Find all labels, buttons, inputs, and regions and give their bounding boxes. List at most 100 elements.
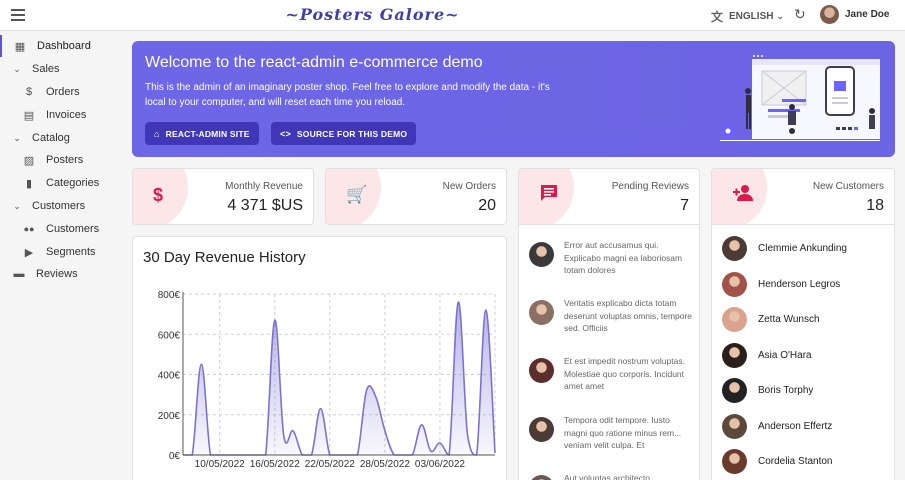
avatar xyxy=(722,307,747,332)
sidebar-item-label: Segments xyxy=(46,246,96,258)
stat-value: 18 xyxy=(866,197,884,214)
y-tick-label: 600€ xyxy=(158,330,181,341)
review-excerpt: Tempora odit tempore. Iusto magni quo ra… xyxy=(564,415,682,450)
stat-label: Monthly Revenue xyxy=(225,181,303,192)
source-code-button[interactable]: <> SOURCE FOR THIS DEMO xyxy=(271,122,417,145)
code-icon: <> xyxy=(280,128,291,139)
list-item[interactable]: Anderson Effertz xyxy=(722,414,832,439)
new-customers-card[interactable]: New Customers 18 xyxy=(711,168,895,225)
language-label: ENGLISH xyxy=(729,11,774,22)
avatar xyxy=(529,242,554,267)
sidebar-group-catalog[interactable]: ⌄ Catalog xyxy=(10,127,70,149)
comment-icon: ▬ xyxy=(13,268,25,280)
revenue-line xyxy=(183,301,496,456)
stat-value: 4 371 $US xyxy=(227,197,303,214)
chevron-down-icon: ⌄ xyxy=(13,132,21,143)
list-item[interactable]: Boris Torphy xyxy=(722,378,813,403)
people-icon: ●● xyxy=(23,224,35,234)
dollar-icon: $ xyxy=(25,86,33,98)
x-tick-label: 03/06/2022 xyxy=(415,459,465,470)
chevron-down-icon: ⌄ xyxy=(776,11,785,21)
new-customers-list: Clemmie Ankunding Henderson Legros Zetta… xyxy=(711,224,895,480)
avatar xyxy=(722,343,747,368)
home-icon: ⌂ xyxy=(154,128,160,139)
y-tick-label: 400€ xyxy=(158,371,181,382)
sidebar-item-categories[interactable]: ▮ Categories xyxy=(22,172,99,194)
review-excerpt: Veritatis explicabo dicta totam deserunt… xyxy=(564,298,693,333)
avatar xyxy=(722,236,747,261)
customer-name: Cordelia Stanton xyxy=(758,456,833,467)
sidebar-item-label: Customers xyxy=(46,223,100,235)
sidebar-item-orders[interactable]: $ Orders xyxy=(22,81,80,103)
shopping-cart-icon: 🛒 xyxy=(346,185,368,204)
pending-reviews-list: Error aut accusamus qui. Explicabo magni… xyxy=(518,224,700,480)
customer-name: Anderson Effertz xyxy=(758,421,833,432)
sidebar-item-label: Sales xyxy=(32,63,60,75)
avatar xyxy=(722,272,747,297)
sidebar-item-dashboard[interactable]: ▦ Dashboard xyxy=(0,35,91,57)
list-item[interactable]: Aut voluptas architecto xyxy=(529,472,694,480)
list-item[interactable]: Zetta Wunsch xyxy=(722,307,820,332)
revenue-area xyxy=(183,302,495,455)
x-tick-label: 28/05/2022 xyxy=(360,459,410,470)
monthly-revenue-card[interactable]: $ Monthly Revenue 4 371 $US xyxy=(132,168,314,225)
review-excerpt: Error aut accusamus qui. Explicabo magni… xyxy=(564,240,683,275)
stat-label: New Orders xyxy=(442,181,496,192)
sidebar-item-segments[interactable]: ▶ Segments xyxy=(22,241,96,263)
comment-icon xyxy=(539,183,559,208)
stat-label: Pending Reviews xyxy=(611,181,689,192)
sidebar-item-label: Dashboard xyxy=(37,40,91,52)
refresh-icon[interactable]: ↻ xyxy=(794,6,806,23)
stat-value: 20 xyxy=(478,197,496,214)
stat-value: 7 xyxy=(680,197,689,214)
sidebar-item-label: Customers xyxy=(32,200,86,212)
translate-icon: 文 xyxy=(711,10,724,24)
y-tick-label: 200€ xyxy=(158,411,181,422)
new-orders-card[interactable]: 🛒 New Orders 20 xyxy=(325,168,507,225)
avatar xyxy=(529,475,554,480)
sidebar-item-invoices[interactable]: ▤ Invoices xyxy=(22,104,87,126)
react-admin-site-button[interactable]: ⌂ REACT-ADMIN SITE xyxy=(145,122,259,145)
user-name: Jane Doe xyxy=(845,9,890,20)
sidebar-group-customers[interactable]: ⌄ Customers xyxy=(10,195,85,217)
list-item[interactable]: Et est impedit nostrum voluptas. Molesti… xyxy=(529,355,694,393)
list-item[interactable]: Cordelia Stanton xyxy=(722,449,833,474)
x-tick-label: 16/05/2022 xyxy=(250,459,300,470)
customer-name: Clemmie Ankunding xyxy=(758,243,847,254)
list-item[interactable]: Clemmie Ankunding xyxy=(722,236,847,261)
y-tick-label: 0€ xyxy=(169,451,181,462)
sidebar-item-customers[interactable]: ●● Customers xyxy=(22,218,100,240)
avatar xyxy=(722,449,747,474)
sidebar-item-label: Catalog xyxy=(32,132,70,144)
list-item[interactable]: Asia O'Hara xyxy=(722,343,812,368)
chevron-down-icon: ⌄ xyxy=(13,200,21,211)
pending-reviews-card[interactable]: Pending Reviews 7 xyxy=(518,168,700,225)
sidebar-item-label: Orders xyxy=(46,86,80,98)
invoice-icon: ▤ xyxy=(23,109,35,122)
sidebar-item-reviews[interactable]: ▬ Reviews xyxy=(12,263,78,285)
language-selector[interactable]: 文 ENGLISH ⌄ xyxy=(711,8,784,25)
list-item[interactable]: Henderson Legros xyxy=(722,272,840,297)
list-item[interactable]: Veritatis explicabo dicta totam deserunt… xyxy=(529,297,694,335)
banner-text: This is the admin of an imaginary poster… xyxy=(145,82,550,108)
sidebar-item-posters[interactable]: ▨ Posters xyxy=(22,149,84,171)
list-item[interactable]: Error aut accusamus qui. Explicabo magni… xyxy=(529,239,694,277)
y-tick-label: 800€ xyxy=(158,290,181,301)
customer-name: Zetta Wunsch xyxy=(758,314,820,325)
sidebar-item-label: Invoices xyxy=(46,109,87,121)
banner-title: Welcome to the react-admin e-commerce de… xyxy=(145,54,483,71)
label-icon: ▶ xyxy=(24,246,34,259)
button-label: SOURCE FOR THIS DEMO xyxy=(296,128,408,139)
app-bar: ~Posters Galore~ 文 ENGLISH ⌄ ↻ Jane Doe xyxy=(0,0,905,31)
sidebar-group-sales[interactable]: ⌄ Sales xyxy=(10,58,60,80)
sidebar-item-label: Categories xyxy=(46,177,100,189)
x-tick-label: 22/05/2022 xyxy=(305,459,355,470)
list-item[interactable]: Tempora odit tempore. Iusto magni quo ra… xyxy=(529,414,694,452)
customer-name: Asia O'Hara xyxy=(758,350,812,361)
avatar xyxy=(820,5,839,24)
customer-name: Henderson Legros xyxy=(758,279,841,290)
user-menu[interactable]: Jane Doe xyxy=(820,5,889,24)
bookmark-icon: ▮ xyxy=(25,177,33,190)
avatar xyxy=(529,358,554,383)
review-excerpt: Aut voluptas architecto xyxy=(564,473,650,480)
